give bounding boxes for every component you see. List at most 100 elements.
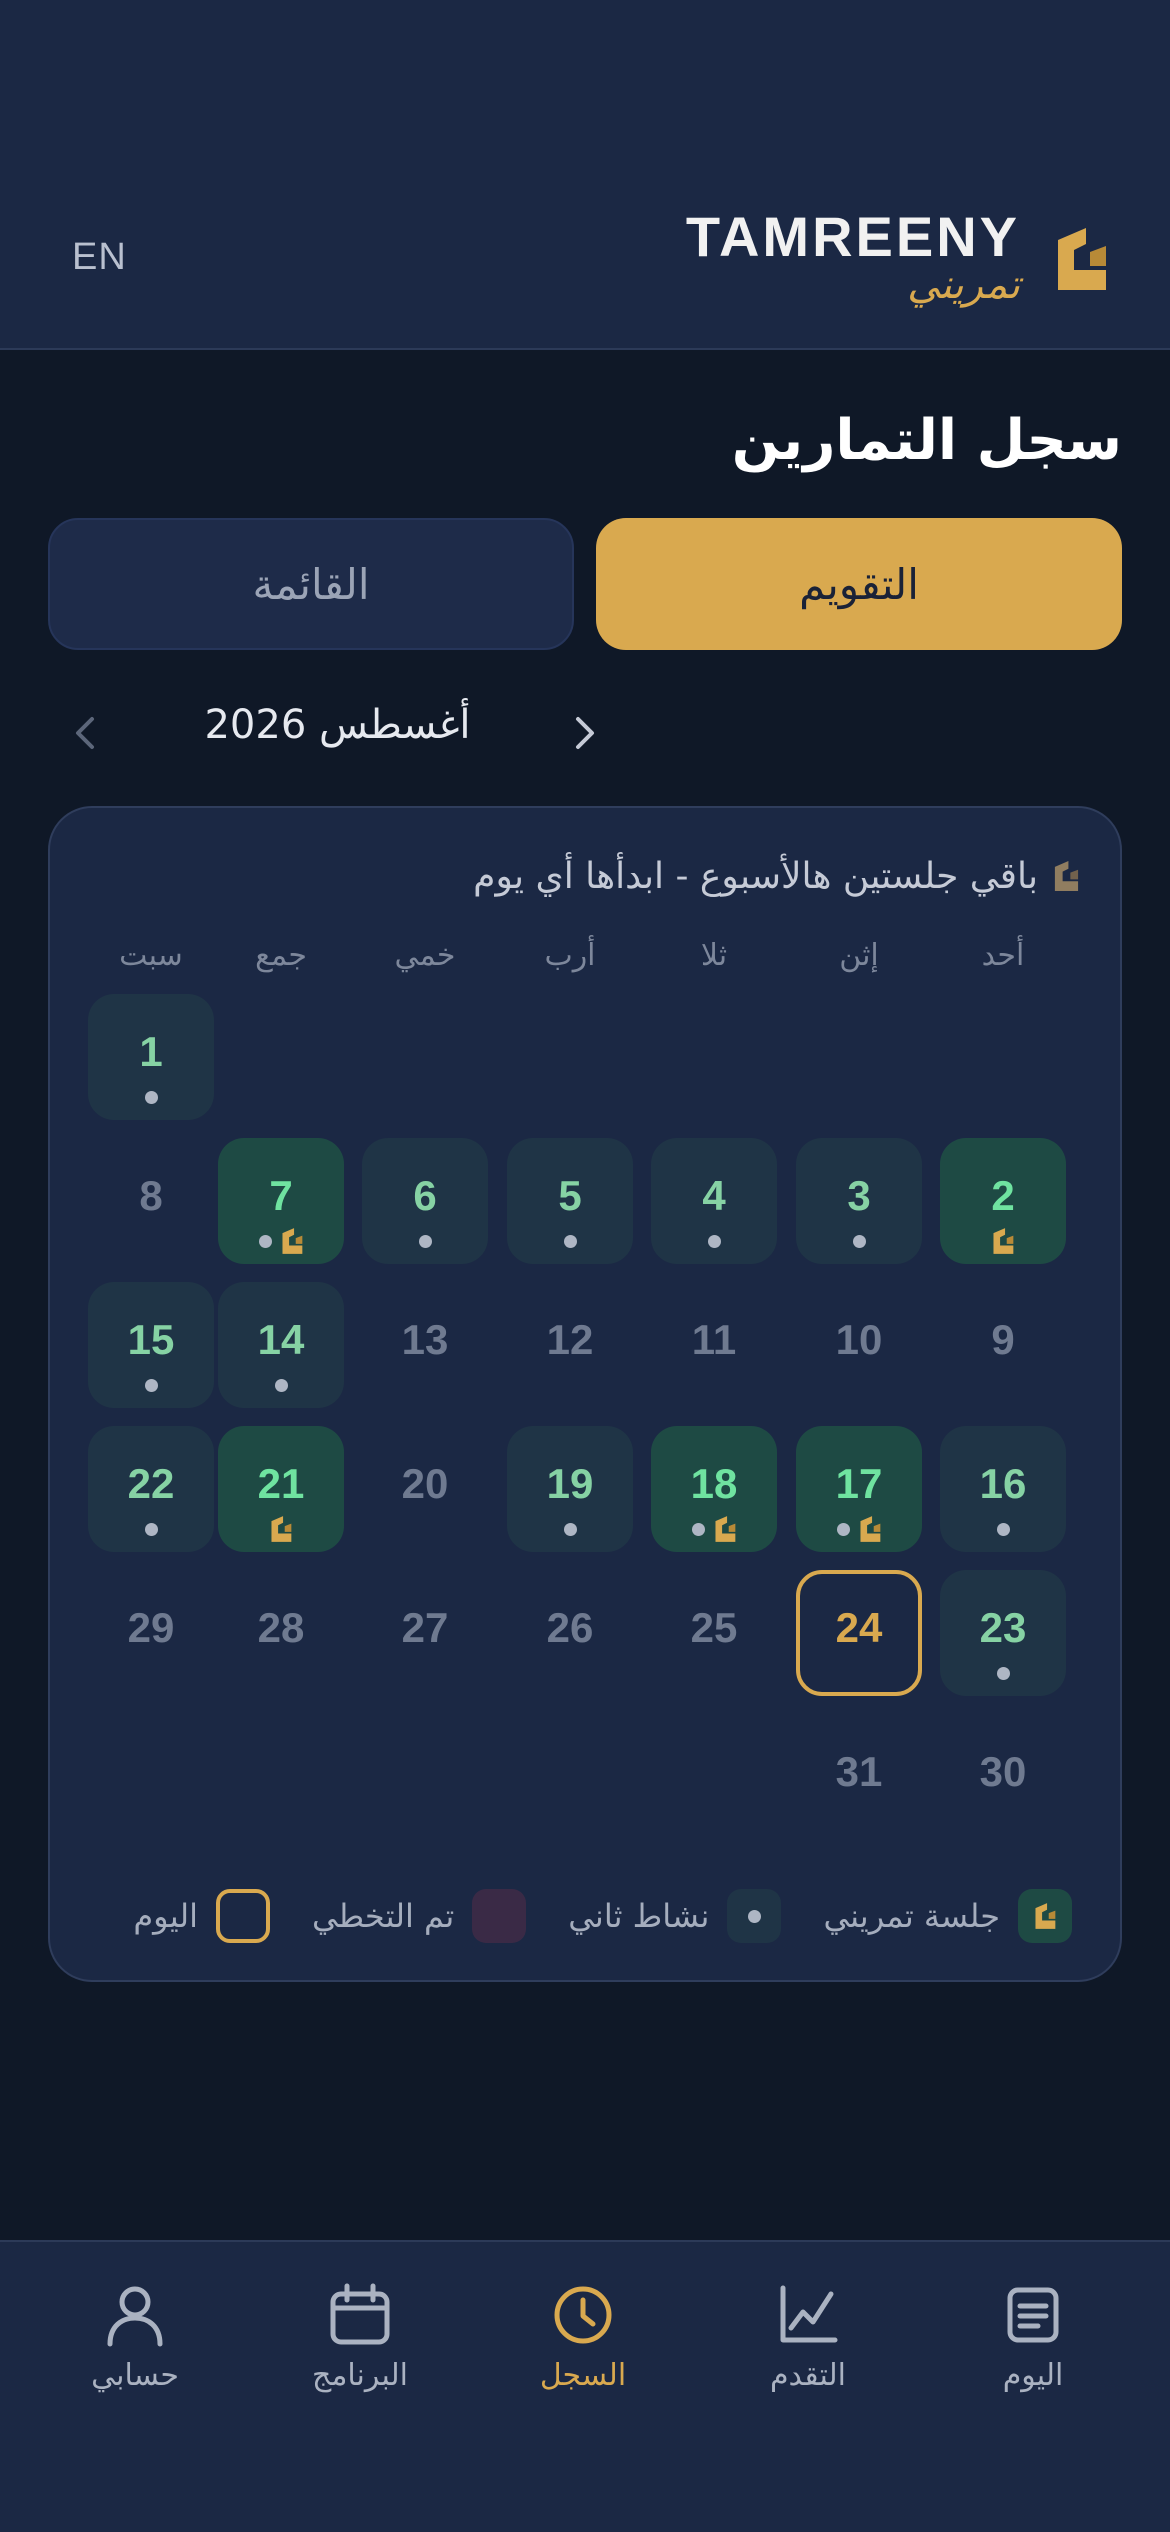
calendar-day[interactable]: 21 [218,1426,344,1552]
nav-label-log: السجل [539,2358,627,2393]
day-markers [218,1224,344,1258]
calendar-day[interactable]: 27 [362,1570,488,1696]
day-markers [796,1224,922,1258]
brand-logo-icon [859,1516,880,1542]
calendar-day[interactable]: 7 [218,1138,344,1264]
user-icon [107,2286,163,2347]
calendar-day[interactable]: 18 [651,1426,777,1552]
brand-logo-icon [1035,1903,1056,1929]
clock-icon [554,2286,612,2344]
calendar-day[interactable]: 4 [651,1138,777,1264]
calendar-day[interactable]: 5 [507,1138,633,1264]
calendar-day[interactable]: 10 [796,1282,922,1408]
calendar-day[interactable]: 15 [88,1282,214,1408]
previous-month-button[interactable] [60,708,110,758]
language-toggle[interactable]: EN [72,236,127,279]
dot-icon [836,1522,850,1536]
day-number: 8 [139,1172,163,1219]
nav-item-account[interactable]: حسابي [45,2282,225,2412]
brand-logo-icon [281,1228,302,1254]
day-markers [362,1224,488,1258]
calendar-day[interactable]: 11 [651,1282,777,1408]
calendar-day[interactable]: 3 [796,1138,922,1264]
dot-icon [747,1909,761,1923]
calendar-day[interactable]: 24 [796,1570,922,1696]
weekly-sessions-banner: باقي جلستين هالأسبوع - ابدأها أي يوم [473,846,1080,906]
dot-icon [563,1234,577,1248]
day-number: 17 [835,1460,883,1507]
calendar-day[interactable]: 22 [88,1426,214,1552]
today-swatch [216,1889,270,1943]
workout-swatch [1018,1889,1072,1943]
day-number: 23 [979,1604,1027,1651]
app-header: EN TAMREENY تمريني [0,0,1170,350]
day-number: 2 [991,1172,1015,1219]
legend-item-skipped: تم التخطي [312,1889,527,1943]
dot-icon [144,1522,158,1536]
day-number: 30 [979,1748,1027,1795]
brand-name-en: TAMREENY [685,205,1020,268]
calendar-day[interactable]: 19 [507,1426,633,1552]
dot-icon [258,1234,272,1248]
banner-text: باقي جلستين هالأسبوع - ابدأها أي يوم [473,855,1038,897]
calendar-day[interactable]: 17 [796,1426,922,1552]
nav-item-program[interactable]: البرنامج [270,2282,450,2412]
next-month-button[interactable] [560,708,610,758]
day-markers [218,1512,344,1546]
calendar-day[interactable]: 12 [507,1282,633,1408]
day-markers [940,1656,1066,1690]
day-markers [88,1080,214,1114]
calendar-day[interactable]: 8 [88,1138,214,1264]
calendar-day[interactable]: 31 [796,1714,922,1840]
calendar-day[interactable]: 20 [362,1426,488,1552]
calendar-day[interactable]: 6 [362,1138,488,1264]
dot-icon [563,1522,577,1536]
day-markers [796,1512,922,1546]
calendar-day[interactable]: 13 [362,1282,488,1408]
day-number: 6 [413,1172,437,1219]
calendar-day[interactable]: 23 [940,1570,1066,1696]
day-number: 18 [690,1460,738,1507]
nav-label-progress: التقدم [769,2358,847,2393]
weekday-label: سبت [119,938,183,973]
calendar-day[interactable]: 30 [940,1714,1066,1840]
calendar-day[interactable]: 26 [507,1570,633,1696]
day-markers [218,1368,344,1402]
chevron-left-icon [76,717,94,749]
page-title: سجل التمارين [731,408,1122,473]
tab-list[interactable]: القائمة [48,518,574,650]
document-icon [1007,2287,1059,2343]
day-markers [940,1224,1066,1258]
calendar-day[interactable]: 16 [940,1426,1066,1552]
legend-label-skipped: تم التخطي [312,1897,455,1935]
bottom-nav: اليوم التقدم السجل البرنامج حسابي [0,2240,1170,2532]
calendar-day[interactable]: 25 [651,1570,777,1696]
calendar-day[interactable]: 14 [218,1282,344,1408]
nav-label-program: البرنامج [311,2358,408,2393]
month-label: أغسطس 2026 [204,702,471,748]
calendar-day[interactable]: 1 [88,994,214,1120]
brand-logo-icon [271,1516,292,1542]
calendar-day[interactable]: 9 [940,1282,1066,1408]
day-number: 15 [127,1316,175,1363]
activity-swatch [727,1889,782,1943]
calendar-day[interactable]: 28 [218,1570,344,1696]
nav-item-progress[interactable]: التقدم [718,2282,898,2412]
nav-item-today[interactable]: اليوم [943,2282,1123,2412]
day-number: 26 [546,1604,594,1651]
tab-calendar[interactable]: التقويم [596,518,1122,650]
weekday-label: إثن [839,938,879,973]
legend-label-activity: نشاط ثاني [568,1897,710,1935]
day-markers [940,1512,1066,1546]
day-number: 25 [690,1604,738,1651]
day-number: 19 [546,1460,594,1507]
calendar-day[interactable]: 2 [940,1138,1066,1264]
brand-name-ar: تمريني [907,262,1020,308]
day-markers [507,1512,633,1546]
dot-icon [144,1378,158,1392]
day-number: 27 [401,1604,449,1651]
nav-item-log[interactable]: السجل [493,2282,673,2412]
day-markers [651,1512,777,1546]
calendar-day[interactable]: 29 [88,1570,214,1696]
day-markers [507,1224,633,1258]
